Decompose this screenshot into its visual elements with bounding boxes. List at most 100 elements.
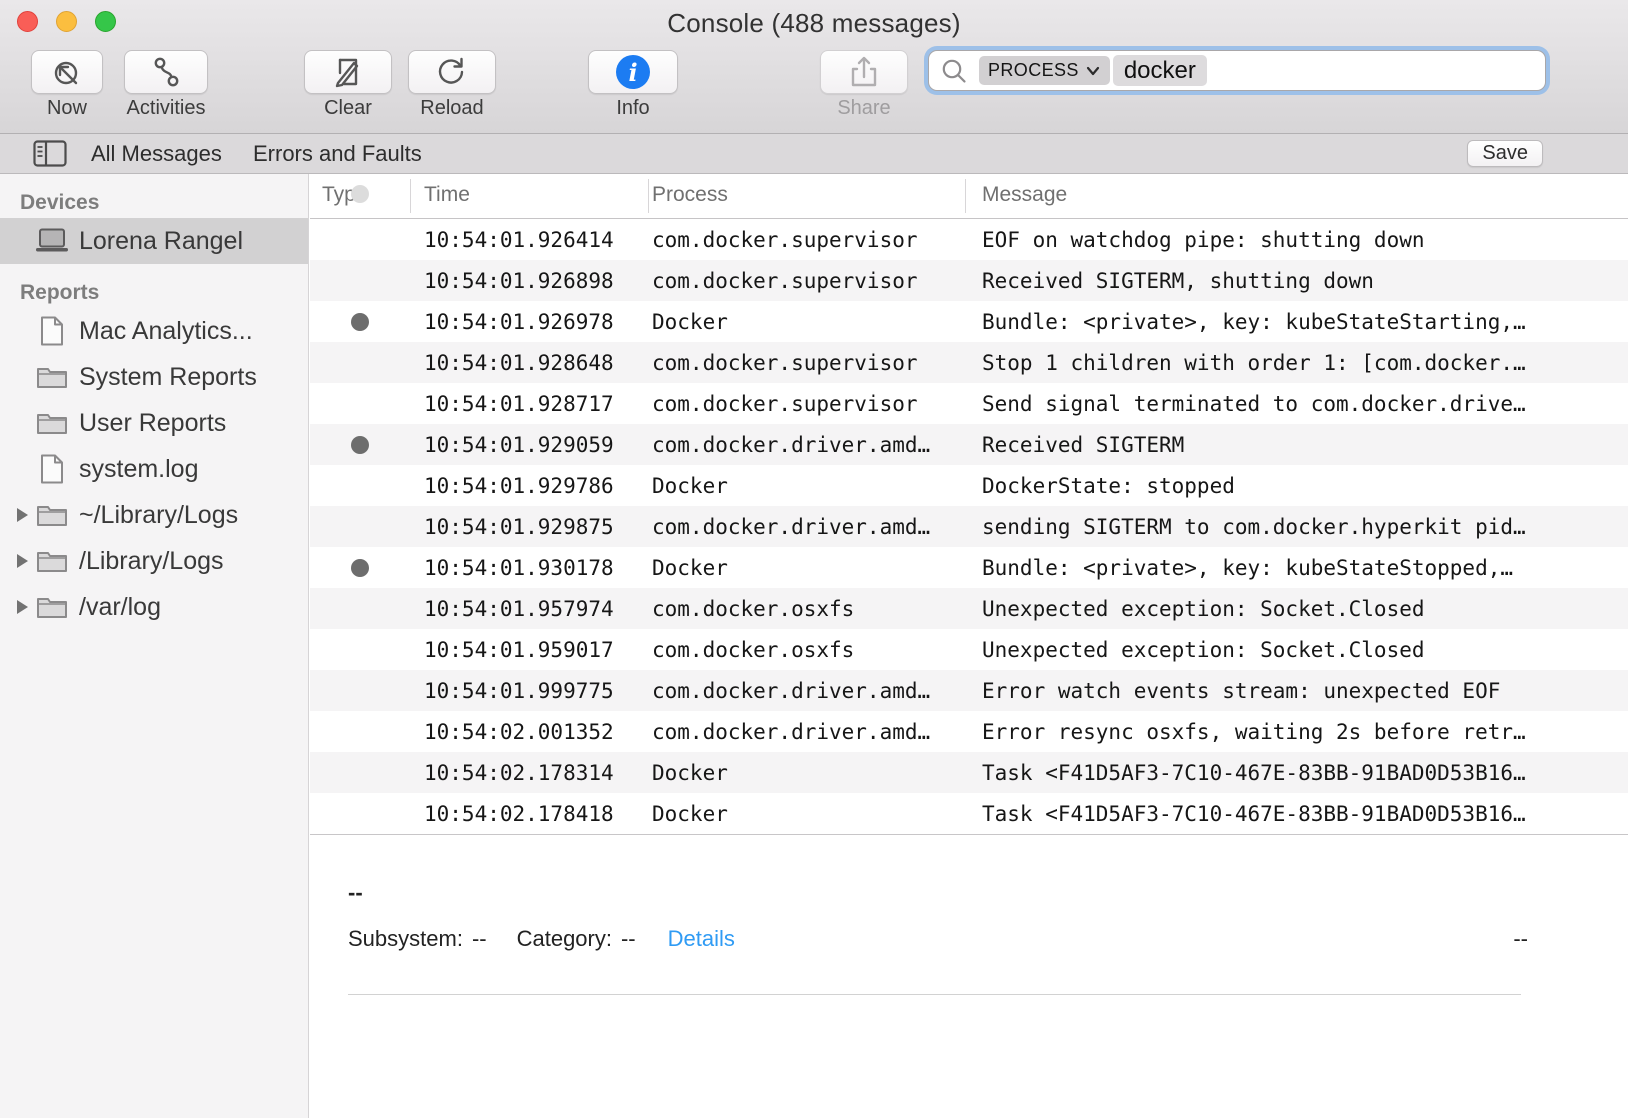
message-cell: Unexpected exception: Socket.Closed: [982, 638, 1628, 662]
folder-icon: [34, 502, 70, 528]
reload-button-label: Reload: [408, 97, 496, 120]
time-cell: 10:54:01.929059: [424, 433, 652, 457]
log-row[interactable]: 10:54:01.959017com.docker.osxfsUnexpecte…: [310, 629, 1628, 670]
clear-button-label: Clear: [304, 97, 392, 120]
reload-icon: [433, 53, 471, 91]
disclosure-triangle-icon[interactable]: [10, 554, 34, 568]
sidebar-item-system-log[interactable]: system.log: [0, 446, 308, 492]
process-cell: com.docker.supervisor: [652, 392, 982, 416]
log-row[interactable]: 10:54:01.926978DockerBundle: <private>, …: [310, 301, 1628, 342]
process-cell: com.docker.osxfs: [652, 597, 982, 621]
document-icon: [34, 316, 70, 346]
tab-all-messages[interactable]: All Messages: [91, 141, 222, 167]
message-cell: Error watch events stream: unexpected EO…: [982, 679, 1628, 703]
search-filter-token[interactable]: PROCESS: [979, 56, 1110, 85]
log-row[interactable]: 10:54:01.930178DockerBundle: <private>, …: [310, 547, 1628, 588]
type-cell: [310, 436, 424, 454]
process-cell: Docker: [652, 310, 982, 334]
document-icon: [39, 316, 65, 346]
message-cell: EOF on watchdog pipe: shutting down: [982, 228, 1628, 252]
now-button-label: Now: [31, 97, 103, 120]
column-header-type-sep-anchor-time[interactable]: Time: [424, 183, 470, 207]
sidebar-item--library-logs[interactable]: ~/Library/Logs: [0, 492, 308, 538]
column-header-message[interactable]: Message: [982, 183, 1067, 207]
dark-type-dot-icon: [351, 313, 369, 331]
window-title: Console (488 messages): [0, 8, 1628, 39]
log-row[interactable]: 10:54:01.929875com.docker.driver.amd…sen…: [310, 506, 1628, 547]
sidebar-item--library-logs[interactable]: /Library/Logs: [0, 538, 308, 584]
time-cell: 10:54:02.178418: [424, 802, 652, 826]
process-cell: com.docker.driver.amd…: [652, 433, 982, 457]
message-cell: Bundle: <private>, key: kubeStateStartin…: [982, 310, 1628, 334]
sidebar-item-label: /var/log: [79, 593, 161, 622]
time-cell: 10:54:01.999775: [424, 679, 652, 703]
table-header: Type Time Process Message: [310, 174, 1628, 219]
log-row[interactable]: 10:54:01.926414com.docker.supervisorEOF …: [310, 219, 1628, 260]
time-cell: 10:54:01.929875: [424, 515, 652, 539]
light-type-dot-icon: [351, 185, 369, 203]
time-cell: 10:54:01.959017: [424, 638, 652, 662]
time-cell: 10:54:02.001352: [424, 720, 652, 744]
time-cell: 10:54:01.928648: [424, 351, 652, 375]
folder-icon: [34, 364, 70, 390]
sidebar-item-label: Lorena Rangel: [79, 227, 243, 256]
folder-icon: [34, 410, 70, 436]
disclosure-triangle-icon[interactable]: [10, 508, 34, 522]
save-button[interactable]: Save: [1467, 140, 1543, 167]
search-input-value[interactable]: docker: [1113, 55, 1207, 86]
column-separator[interactable]: [648, 179, 649, 213]
log-row[interactable]: 10:54:01.957974com.docker.osxfsUnexpecte…: [310, 588, 1628, 629]
message-cell: sending SIGTERM to com.docker.hyperkit p…: [982, 515, 1628, 539]
document-icon: [39, 454, 65, 484]
info-button[interactable]: i: [588, 50, 678, 94]
column-separator[interactable]: [965, 179, 966, 213]
sidebar-section-header-devices: Devices: [0, 188, 308, 218]
details-link[interactable]: Details: [668, 926, 735, 952]
process-cell: com.docker.driver.amd…: [652, 720, 982, 744]
detail-title: --: [348, 880, 363, 906]
sidebar-item--var-log[interactable]: /var/log: [0, 584, 308, 630]
search-field[interactable]: PROCESS docker: [928, 50, 1546, 91]
message-cell: Bundle: <private>, key: kubeStateStopped…: [982, 556, 1628, 580]
log-row[interactable]: 10:54:01.928648com.docker.supervisorStop…: [310, 342, 1628, 383]
log-row[interactable]: 10:54:01.928717com.docker.supervisorSend…: [310, 383, 1628, 424]
sidebar-item-lorena-rangel[interactable]: Lorena Rangel: [0, 218, 308, 264]
log-row[interactable]: 10:54:01.926898com.docker.supervisorRece…: [310, 260, 1628, 301]
message-cell: Task <F41D5AF3-7C10-467E-83BB-91BAD0D53B…: [982, 761, 1628, 785]
log-row[interactable]: 10:54:02.178314DockerTask <F41D5AF3-7C10…: [310, 752, 1628, 793]
process-cell: com.docker.osxfs: [652, 638, 982, 662]
category-label: Category:: [517, 926, 612, 952]
sidebar-item-label: Mac Analytics...: [79, 317, 253, 346]
sidebar-section-header-reports: Reports: [0, 278, 308, 308]
now-button[interactable]: [31, 50, 103, 94]
folder-icon: [36, 410, 68, 436]
toggle-sidebar-button[interactable]: [33, 140, 67, 167]
subsystem-value: --: [472, 926, 487, 952]
log-row[interactable]: 10:54:01.999775com.docker.driver.amd…Err…: [310, 670, 1628, 711]
column-separator[interactable]: [410, 179, 411, 213]
log-row[interactable]: 10:54:02.178418DockerTask <F41D5AF3-7C10…: [310, 793, 1628, 834]
message-cell: Error resync osxfs, waiting 2s before re…: [982, 720, 1628, 744]
reload-button[interactable]: [408, 50, 496, 94]
sidebar-item-system-reports[interactable]: System Reports: [0, 354, 308, 400]
log-row[interactable]: 10:54:02.001352com.docker.driver.amd…Err…: [310, 711, 1628, 752]
log-row[interactable]: 10:54:01.929786DockerDockerState: stoppe…: [310, 465, 1628, 506]
log-row[interactable]: 10:54:01.929059com.docker.driver.amd…Rec…: [310, 424, 1628, 465]
folder-icon: [36, 548, 68, 574]
tab-errors-and-faults[interactable]: Errors and Faults: [253, 141, 422, 167]
sidebar-item-user-reports[interactable]: User Reports: [0, 400, 308, 446]
column-header-process[interactable]: Process: [652, 183, 728, 207]
clear-button[interactable]: [304, 50, 392, 94]
table-bottom-border: [310, 834, 1628, 835]
sidebar-item-label: ~/Library/Logs: [79, 501, 238, 530]
disclosure-triangle-icon[interactable]: [10, 600, 34, 614]
jump-to-now-icon: [48, 53, 86, 91]
activities-button[interactable]: [124, 50, 208, 94]
time-cell: 10:54:01.928717: [424, 392, 652, 416]
folder-icon: [36, 502, 68, 528]
share-button[interactable]: [820, 50, 908, 94]
share-icon: [845, 53, 883, 91]
sidebar-item-mac-analytics-[interactable]: Mac Analytics...: [0, 308, 308, 354]
time-cell: 10:54:01.926898: [424, 269, 652, 293]
message-cell: Unexpected exception: Socket.Closed: [982, 597, 1628, 621]
